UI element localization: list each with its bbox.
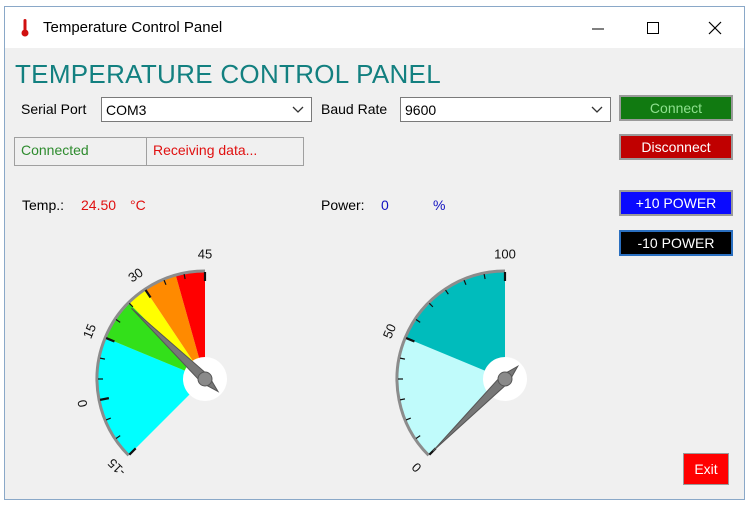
temperature-gauge: -15 0 15 30 45: [74, 246, 227, 479]
temp-gauge-tick-label: 45: [198, 246, 212, 261]
temp-gauge-tick-label: 15: [80, 322, 99, 341]
app-window: Temperature Control Panel TEMPERATURE CO…: [4, 6, 745, 500]
temp-gauge-tick-label: -15: [105, 455, 129, 479]
gauge-layer: -15 0 15 30 45 0 50 100: [74, 246, 527, 479]
temp-gauge-tick-label: 0: [74, 398, 90, 408]
power-gauge-tick-label: 50: [380, 322, 399, 341]
power-gauge-needle-cap: [497, 371, 513, 387]
power-gauge-tick-label: 100: [494, 246, 516, 261]
temp-gauge-needle-cap: [197, 371, 213, 387]
power-gauge-tick-label: 0: [409, 460, 425, 476]
temp-gauge-tick-label: 30: [125, 265, 145, 286]
power-gauge: 0 50 100: [380, 246, 527, 475]
